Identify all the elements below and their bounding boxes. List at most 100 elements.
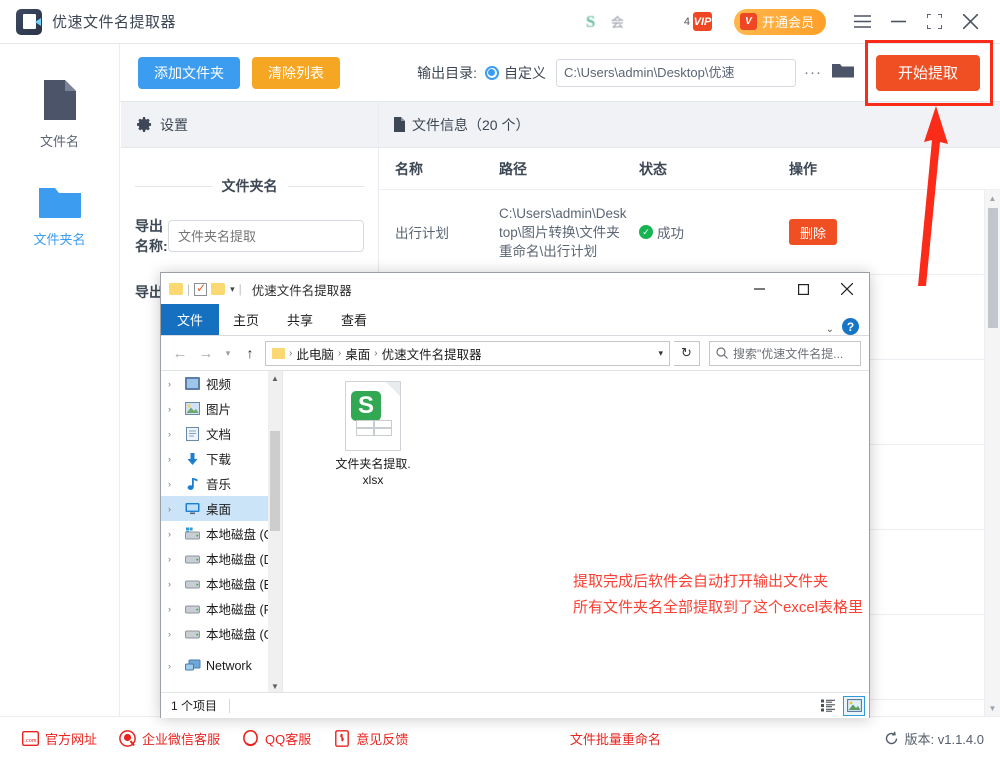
chevron-right-icon[interactable]: › [168, 454, 179, 464]
scroll-up-icon[interactable]: ▲ [985, 190, 1000, 206]
file-list-scrollbar[interactable]: ▲ ▼ [984, 190, 1000, 716]
chevron-right-icon[interactable]: › [168, 579, 179, 589]
explorer-close-icon[interactable] [825, 274, 869, 305]
qq-support-link[interactable]: QQ客服 [242, 729, 311, 748]
chevron-right-icon[interactable]: › [168, 604, 179, 614]
clear-list-button[interactable]: 清除列表 [252, 56, 340, 89]
wps-label: 会 [610, 15, 624, 30]
wps-indicator: S 会 [586, 12, 624, 32]
search-input[interactable]: 搜索"优速文件名提... [709, 340, 861, 366]
ribbon-expand-icon[interactable]: ⌄ [826, 324, 834, 335]
nav-item-desktop[interactable]: › 桌面 [161, 496, 282, 521]
folder-icon[interactable] [169, 283, 183, 295]
ribbon-tab-home[interactable]: 主页 [219, 304, 273, 335]
chevron-right-icon[interactable]: › [168, 404, 179, 414]
gear-icon [137, 117, 152, 132]
sidebar-item-filename[interactable]: 文件名 [0, 78, 119, 150]
refresh-icon[interactable]: ↻ [674, 340, 700, 366]
recent-locations-icon[interactable]: ▾ [221, 341, 235, 365]
breadcrumb-item-1[interactable]: 桌面 [345, 344, 370, 363]
nav-item-videos[interactable]: › 视频 [161, 371, 282, 396]
scrollbar-thumb[interactable] [988, 208, 998, 328]
wechat-work-support-label: 企业微信客服 [142, 732, 221, 747]
file-list-title: 文件信息（20 个） [412, 116, 530, 133]
chevron-right-icon[interactable]: › [168, 479, 179, 489]
sidebar-item-foldername-label: 文件夹名 [33, 232, 86, 247]
nav-item-downloads[interactable]: › 下载 [161, 446, 282, 471]
explorer-maximize-icon[interactable] [781, 274, 825, 305]
chevron-down-icon[interactable]: ▾ [230, 284, 235, 295]
chevron-right-icon[interactable]: › [168, 529, 179, 539]
official-website-link[interactable]: .com 官方网址 [22, 729, 97, 748]
nav-scroll-down-icon[interactable]: ▼ [268, 679, 282, 692]
checkbox-icon[interactable] [194, 281, 208, 296]
chevron-right-icon[interactable]: › [168, 629, 179, 639]
close-icon[interactable] [952, 4, 988, 40]
column-header-name: 名称 [395, 160, 423, 177]
breadcrumb-item-0[interactable]: 此电脑 [296, 344, 334, 363]
file-explorer-window: | ▾ | 优速文件名提取器 文件 主页 共享 查看 ⌄ [160, 272, 870, 718]
help-icon[interactable]: ? [842, 318, 859, 335]
explorer-minimize-icon[interactable] [737, 274, 781, 305]
nav-item-disk-d[interactable]: › 本地磁盘 (D [161, 546, 282, 571]
breadcrumb[interactable]: › 此电脑 › 桌面 › 优速文件名提取器 ▾ [265, 340, 670, 366]
nav-item-disk-e[interactable]: › 本地磁盘 (E [161, 571, 282, 596]
nav-item-network[interactable]: › Network [161, 653, 282, 678]
back-arrow-icon[interactable]: ← [169, 341, 191, 365]
custom-dir-radio[interactable]: 自定义 [484, 63, 546, 83]
ribbon-tab-view[interactable]: 查看 [327, 304, 381, 335]
nav-item-documents[interactable]: › 文档 [161, 421, 282, 446]
large-icons-view-icon[interactable] [843, 695, 865, 716]
nav-scroll-up-icon[interactable]: ▲ [268, 371, 282, 385]
ribbon-tab-file[interactable]: 文件 [161, 304, 220, 335]
breadcrumb-item-2[interactable]: 优速文件名提取器 [382, 344, 482, 363]
output-path-input[interactable]: C:\Users\admin\Desktop\优速 [555, 58, 796, 87]
section-title-text: 文件夹名 [221, 178, 278, 194]
sidebar-item-foldername[interactable]: 文件夹名 [0, 184, 119, 248]
quick-access-toolbar: | ▾ | [169, 281, 242, 296]
nav-item-pictures[interactable]: › 图片 [161, 396, 282, 421]
explorer-nav-pane: › 视频 › 图片 › 文档 › 下载 › 音乐 › 桌面 › 本地磁盘 (C … [161, 371, 283, 692]
minimize-icon[interactable] [880, 4, 916, 40]
version-info[interactable]: 版本: v1.1.4.0 [883, 729, 984, 748]
up-arrow-icon[interactable]: ↑ [239, 341, 261, 365]
wechat-work-icon [119, 730, 136, 747]
file-list-header: 文件信息（20 个） [379, 102, 1000, 148]
forward-arrow-icon[interactable]: → [195, 341, 217, 365]
start-extract-button[interactable]: 开始提取 [875, 54, 980, 91]
nav-item-disk-f[interactable]: › 本地磁盘 (F [161, 596, 282, 621]
svg-text:.com: .com [25, 738, 37, 744]
wechat-work-support-link[interactable]: 企业微信客服 [119, 729, 220, 748]
open-membership-button[interactable]: V 开通会员 [733, 8, 826, 35]
column-header-path: 路径 [499, 160, 527, 177]
annotation-note: 提取完成后软件会自动打开输出文件夹 所有文件夹名全部提取到了这个excel表格里 [573, 569, 863, 621]
nav-item-disk-c[interactable]: › 本地磁盘 (C [161, 521, 282, 546]
chevron-right-icon[interactable]: › [168, 661, 179, 671]
ribbon-tab-share[interactable]: 共享 [273, 304, 327, 335]
browse-folder-icon[interactable] [831, 62, 854, 84]
chevron-right-icon[interactable]: › [168, 379, 179, 389]
desktop-icon [184, 501, 201, 516]
details-view-icon[interactable] [817, 696, 839, 716]
scroll-down-icon[interactable]: ▼ [985, 700, 1000, 716]
nav-item-music[interactable]: › 音乐 [161, 471, 282, 496]
vip-count: 4 [683, 15, 690, 28]
status-bar: .com 官方网址 企业微信客服 QQ客服 意见反馈 文件批量重命名 版本: v… [0, 716, 1000, 760]
wps-logo-icon: S [585, 11, 596, 31]
chevron-down-icon[interactable]: ▾ [658, 348, 663, 359]
file-item-xlsx[interactable]: S 文件夹名提取. xlsx [318, 381, 428, 488]
maximize-icon[interactable] [916, 4, 952, 40]
delete-row-button[interactable]: 删除 [789, 219, 838, 245]
nav-item-downloads-label: 下载 [206, 453, 232, 467]
nav-pane-scrollbar[interactable]: ▲ ▼ [268, 371, 282, 692]
folder-icon[interactable] [211, 283, 226, 295]
chevron-right-icon[interactable]: › [168, 429, 179, 439]
nav-item-disk-g[interactable]: › 本地磁盘 (G [161, 621, 282, 646]
chevron-right-icon[interactable]: › [168, 554, 179, 564]
nav-scrollbar-thumb[interactable] [270, 431, 280, 531]
menu-icon[interactable] [844, 4, 880, 40]
add-folder-button[interactable]: 添加文件夹 [138, 56, 240, 89]
chevron-right-icon[interactable]: › [168, 504, 179, 514]
more-options-icon[interactable]: ··· [804, 64, 822, 81]
export-name-input[interactable] [168, 220, 364, 252]
